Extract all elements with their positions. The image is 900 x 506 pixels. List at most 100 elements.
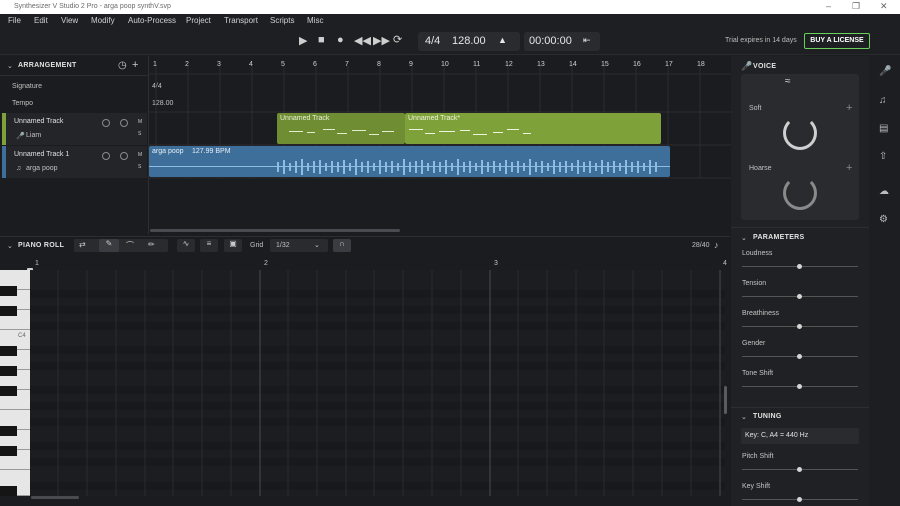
hoarse-knob[interactable] [783, 176, 817, 210]
pan-knob-2[interactable] [120, 152, 128, 160]
tone-shift-thumb[interactable] [797, 384, 802, 389]
piano-roll-h-scrollbar[interactable] [31, 496, 79, 499]
snap-icon[interactable]: ⇤ [583, 35, 591, 46]
loop-icon[interactable]: ⟳ [393, 33, 402, 46]
collapse-arrangement-icon[interactable]: ⌄ [7, 62, 13, 70]
title-bar: Synthesizer V Studio 2 Pro - arga poop s… [0, 0, 900, 14]
minimize-icon[interactable]: – [826, 1, 831, 11]
play-icon[interactable]: ▶ [299, 34, 307, 47]
mute-button-2[interactable]: M [138, 152, 142, 158]
tension-label: Tension [742, 280, 767, 287]
voice-card: ≈ Soft + Hoarse + [741, 74, 859, 220]
curve-tool-icon[interactable]: ⌒ [126, 240, 134, 251]
cloud-tab-icon[interactable]: ☁ [879, 186, 889, 197]
pencil-tool-icon[interactable]: ✏ [148, 240, 155, 249]
gender-thumb[interactable] [797, 354, 802, 359]
key-field[interactable]: Key: C, A4 = 440 Hz [741, 428, 859, 444]
ruler-5: 5 [281, 61, 285, 68]
magnet-icon[interactable]: ∩ [333, 239, 351, 252]
menu-edit[interactable]: Edit [34, 16, 48, 25]
piano-keyboard[interactable]: C4 [0, 270, 30, 496]
buy-license-button[interactable]: BUY A LICENSE [804, 33, 870, 49]
voice-wave-icon: ≈ [785, 76, 791, 87]
voice-tab-icon[interactable]: 🎤 [879, 66, 891, 77]
note-count: 28/40 [692, 242, 710, 249]
tempo-display[interactable]: 4/4 128.00 ▲ [418, 32, 520, 51]
notes-tab-icon[interactable]: ♫ [879, 95, 887, 106]
export-tab-icon[interactable]: ⇧ [879, 151, 887, 162]
menu-view[interactable]: View [61, 16, 78, 25]
pan-knob-1[interactable] [120, 119, 128, 127]
block-notes-1 [289, 129, 394, 135]
lyrics-tab-icon[interactable]: ▤ [879, 123, 888, 134]
clock-icon[interactable]: ◷ [118, 60, 127, 71]
restore-icon[interactable]: ❐ [852, 1, 860, 12]
select-tool-icon[interactable]: ⇄ [79, 240, 86, 249]
piano-roll-grid[interactable] [30, 270, 725, 496]
menu-misc[interactable]: Misc [307, 16, 323, 25]
ruler-8: 8 [377, 61, 381, 68]
mute-button-1[interactable]: M [138, 119, 142, 125]
add-track-icon[interactable]: + [132, 59, 138, 71]
collapse-tuning-icon[interactable]: ⌄ [741, 413, 747, 421]
block-notes-2 [409, 129, 531, 135]
add-soft-icon[interactable]: + [846, 102, 852, 114]
volume-knob-1[interactable] [102, 119, 110, 127]
grid-select[interactable]: 1/32 ⌄ [270, 239, 328, 252]
solo-button-2[interactable]: S [138, 164, 141, 170]
waveform-icon[interactable]: ≡ [200, 239, 218, 252]
key-shift-thumb[interactable] [797, 497, 802, 502]
settings-gear-icon[interactable]: ⚙ [879, 214, 888, 225]
audio-block[interactable]: arga poop 127.99 BPM [149, 146, 670, 177]
collapse-parameters-icon[interactable]: ⌄ [741, 234, 747, 242]
pen-tool-icon[interactable]: ✎ [99, 239, 119, 252]
menu-modify[interactable]: Modify [91, 16, 115, 25]
arrangement-timeline[interactable] [148, 56, 731, 234]
metronome-icon[interactable]: ▲ [498, 35, 507, 45]
menu-auto-process[interactable]: Auto-Process [128, 16, 176, 25]
time-display[interactable]: 00:00:00 ⇤ [524, 32, 600, 51]
track-block-2[interactable]: Unnamed Track* [405, 113, 661, 144]
pr-ruler-2: 2 [264, 260, 268, 267]
key-shift-label: Key Shift [742, 483, 771, 490]
piano-roll-v-scrollbar[interactable] [724, 386, 727, 414]
ruler-7: 7 [345, 61, 349, 68]
volume-knob-2[interactable] [102, 152, 110, 160]
add-hoarse-icon[interactable]: + [846, 162, 852, 174]
chevron-down-icon: ⌄ [314, 242, 320, 249]
ruler-14: 14 [569, 61, 577, 68]
close-icon[interactable]: ✕ [880, 1, 888, 12]
window-title: Synthesizer V Studio 2 Pro - arga poop s… [14, 3, 171, 10]
pitch-curve-icon[interactable]: ∿ [177, 239, 195, 252]
stop-icon[interactable]: ■ [318, 34, 325, 46]
rewind-icon[interactable]: ◀◀ [354, 34, 371, 47]
track-block-1[interactable]: Unnamed Track [277, 113, 405, 144]
loudness-thumb[interactable] [797, 264, 802, 269]
c4-label: C4 [18, 333, 26, 339]
arrangement-panel: ⌄ ARRANGEMENT ◷ + Signature 4/4 Tempo 12… [0, 56, 731, 234]
soft-knob[interactable] [783, 116, 817, 150]
track-header-1[interactable]: Unnamed Track 🎤 Liam M S [2, 113, 147, 145]
pitch-shift-thumb[interactable] [797, 467, 802, 472]
audio-block-bpm: 127.99 BPM [192, 148, 231, 155]
mic-panel-icon: 🎤 [741, 61, 753, 71]
collapse-piano-roll-icon[interactable]: ⌄ [7, 242, 13, 250]
note-view-icon[interactable]: ▣ [224, 239, 242, 252]
tension-thumb[interactable] [797, 294, 802, 299]
menu-file[interactable]: File [8, 16, 21, 25]
menu-transport[interactable]: Transport [224, 16, 258, 25]
ruler-9: 9 [409, 61, 413, 68]
menu-project[interactable]: Project [186, 16, 211, 25]
ruler-12: 12 [505, 61, 513, 68]
soft-label: Soft [749, 105, 762, 112]
breathiness-thumb[interactable] [797, 324, 802, 329]
fast-forward-icon[interactable]: ▶▶ [373, 34, 390, 47]
tone-shift-label: Tone Shift [742, 370, 774, 377]
arrangement-scrollbar[interactable] [150, 229, 400, 232]
track-voice-2: arga poop [26, 165, 58, 172]
record-icon[interactable]: ● [337, 34, 344, 46]
solo-button-1[interactable]: S [138, 131, 141, 137]
track-header-2[interactable]: Unnamed Track 1 ♫ arga poop M S [2, 146, 147, 178]
ruler-1: 1 [153, 61, 157, 68]
menu-scripts[interactable]: Scripts [270, 16, 294, 25]
